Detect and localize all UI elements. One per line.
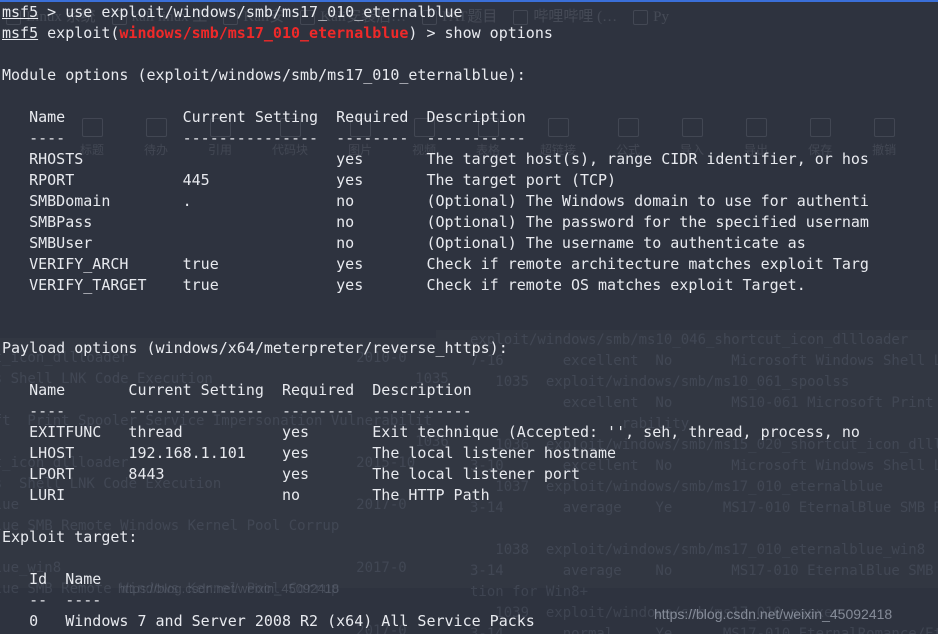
table-row: SMBPass no (Optional) The password for t… bbox=[2, 213, 869, 231]
prompt-user: msf5 bbox=[2, 24, 39, 42]
table-row: LURI no The HTTP Path bbox=[2, 486, 490, 504]
payload-table-header: Name Current Setting Required Descriptio… bbox=[2, 381, 472, 399]
payload-options-header: Payload options (windows/x64/meterpreter… bbox=[2, 339, 508, 357]
table-row: LHOST 192.168.1.101 yes The local listen… bbox=[2, 444, 617, 462]
exploit-target-header: Exploit target: bbox=[2, 528, 138, 546]
prompt-user: msf5 bbox=[2, 3, 39, 21]
table-row: RHOSTS yes The target host(s), range CID… bbox=[2, 150, 869, 168]
table-row: LPORT 8443 yes The local listener port bbox=[2, 465, 580, 483]
exploit-prefix: exploit( bbox=[38, 24, 120, 42]
terminal-output: msf5 > use exploit/windows/smb/ms17_010_… bbox=[0, 0, 938, 634]
table-row: RPORT 445 yes The target port (TCP) bbox=[2, 171, 617, 189]
command-line-use: msf5 > use exploit/windows/smb/ms17_010_… bbox=[2, 2, 463, 23]
command-text-show-options: ) > show options bbox=[408, 24, 553, 42]
table-row: VERIFY_ARCH true yes Check if remote arc… bbox=[2, 255, 869, 273]
module-options-header: Module options (exploit/windows/smb/ms17… bbox=[2, 66, 526, 84]
table-row: 0 Windows 7 and Server 2008 R2 (x64) All… bbox=[2, 612, 535, 630]
command-text-use: > use exploit/windows/smb/ms17_010_etern… bbox=[38, 3, 463, 21]
target-table-rule: -- ---- bbox=[2, 591, 102, 609]
table-row: VERIFY_TARGET true yes Check if remote O… bbox=[2, 276, 806, 294]
module-table-rule: ---- --------------- -------- ----------… bbox=[2, 129, 526, 147]
table-row: SMBDomain . no (Optional) The Windows do… bbox=[2, 192, 869, 210]
active-module-name: windows/smb/ms17_010_eternalblue bbox=[119, 24, 409, 42]
payload-table-rule: ---- --------------- -------- ----------… bbox=[2, 402, 472, 420]
terminal-window: Linux 系统 kali linux 工 Kali安 Kali安装后… PAT… bbox=[0, 0, 938, 634]
module-table-header: Name Current Setting Required Descriptio… bbox=[2, 108, 526, 126]
table-row: EXITFUNC thread yes Exit technique (Acce… bbox=[2, 423, 860, 441]
command-line-show-options: msf5 exploit(windows/smb/ms17_010_eterna… bbox=[2, 23, 553, 44]
table-row: SMBUser no (Optional) The username to au… bbox=[2, 234, 806, 252]
target-table-header: Id Name bbox=[2, 570, 102, 588]
